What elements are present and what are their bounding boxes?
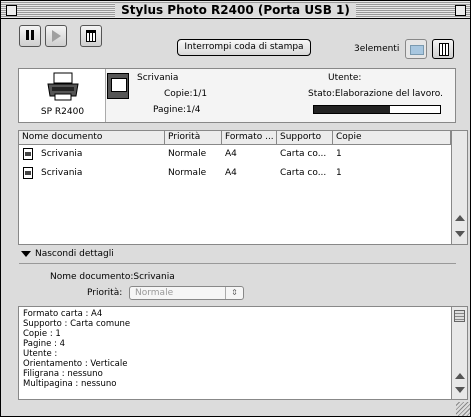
cell-priority: Normale [168, 168, 207, 178]
printer-icon [47, 72, 79, 101]
job-progress-bar [313, 105, 441, 114]
disclosure-triangle-icon [21, 250, 31, 257]
column-header-copies[interactable]: Copie [333, 131, 451, 145]
job-progress-fill [314, 106, 390, 113]
table-header: Nome documento Priorità Formato ... Supp… [19, 131, 451, 145]
window-title: Stylus Photo R2400 (Porta USB 1) [115, 3, 356, 17]
document-icon [23, 167, 33, 179]
scroll-up-icon[interactable] [455, 373, 465, 379]
current-doc-name: Scrivania [137, 73, 179, 83]
hide-details-label: Nascondi dettagli [35, 249, 114, 259]
clear-elements-icon[interactable] [405, 39, 427, 59]
detail-line: Filigrana : nessuno [23, 369, 103, 379]
bin-icon[interactable] [432, 39, 454, 59]
cell-format: A4 [225, 149, 237, 159]
cell-name: Scrivania [41, 168, 83, 178]
stop-queue-button[interactable]: Interrompi coda di stampa [177, 39, 311, 56]
scroll-up-icon[interactable] [455, 215, 465, 221]
element-count: 3elementi [354, 44, 400, 54]
details-lines: Formato carta : A4 Supporto : Carta comu… [23, 309, 130, 389]
detail-line: Pagine : 4 [23, 339, 66, 349]
current-pages: Pagine:1/4 [153, 105, 201, 115]
table-row[interactable]: Scrivania Normale A4 Carta co... 1 [19, 147, 451, 163]
detail-line: Utente : [23, 349, 58, 359]
scroll-thumb[interactable] [454, 310, 465, 322]
user-label: Utente: [328, 73, 362, 83]
cell-format: A4 [225, 168, 237, 178]
pause-icon [25, 29, 35, 43]
current-copies: Copie:1/1 [164, 89, 208, 99]
job-table: Nome documento Priorità Formato ... Supp… [18, 130, 468, 245]
cell-priority: Normale [168, 149, 207, 159]
table-scrollbar[interactable] [451, 131, 467, 244]
cell-copies: 1 [336, 168, 342, 178]
scroll-down-icon[interactable] [455, 231, 465, 237]
title-bar[interactable]: Stylus Photo R2400 (Porta USB 1) [1, 1, 470, 19]
details-text-box[interactable]: Formato carta : A4 Supporto : Carta comu… [18, 306, 468, 400]
trash-icon [86, 30, 96, 42]
column-header-name[interactable]: Nome documento [19, 131, 165, 145]
detail-doc-name: Nome documento:Scrivania [50, 272, 175, 282]
cell-copies: 1 [336, 149, 342, 159]
updown-arrows-icon: ⇕ [225, 287, 243, 299]
document-icon [107, 73, 129, 99]
hide-details-toggle[interactable]: Nascondi dettagli [21, 249, 114, 259]
table-row[interactable]: Scrivania Normale A4 Carta co... 1 [19, 166, 451, 182]
play-icon [51, 30, 61, 42]
document-icon [23, 148, 33, 160]
cell-media: Carta co... [280, 149, 327, 159]
details-scrollbar[interactable] [451, 307, 467, 399]
delete-job-button[interactable] [80, 25, 102, 47]
column-header-media[interactable]: Supporto [277, 131, 333, 145]
detail-line: Copie : 1 [23, 329, 61, 339]
divider [19, 263, 456, 264]
resume-button[interactable] [45, 25, 67, 47]
detail-line: Multipagina : nessuno [23, 379, 117, 389]
detail-line: Orientamento : Verticale [23, 359, 128, 369]
resize-grip-icon[interactable] [456, 402, 470, 416]
priority-label: Priorità: [87, 288, 123, 298]
cell-media: Carta co... [280, 168, 327, 178]
detail-line: Supporto : Carta comune [23, 319, 131, 329]
printer-name: SP R2400 [40, 107, 85, 117]
zoom-box-icon[interactable] [455, 5, 466, 16]
column-header-priority[interactable]: Priorità [165, 131, 222, 145]
pause-button[interactable] [19, 25, 41, 47]
status-text: Stato:Elaborazione del lavoro. [308, 89, 443, 99]
column-header-format[interactable]: Formato ... [222, 131, 277, 145]
cell-name: Scrivania [41, 149, 83, 159]
priority-select[interactable]: Normale ⇕ [129, 286, 244, 300]
print-queue-window: Stylus Photo R2400 (Porta USB 1) Interro… [0, 0, 471, 417]
printer-box: SP R2400 [19, 69, 106, 122]
priority-value: Normale [135, 288, 174, 298]
scroll-down-icon[interactable] [455, 387, 465, 393]
detail-line: Formato carta : A4 [23, 309, 103, 319]
